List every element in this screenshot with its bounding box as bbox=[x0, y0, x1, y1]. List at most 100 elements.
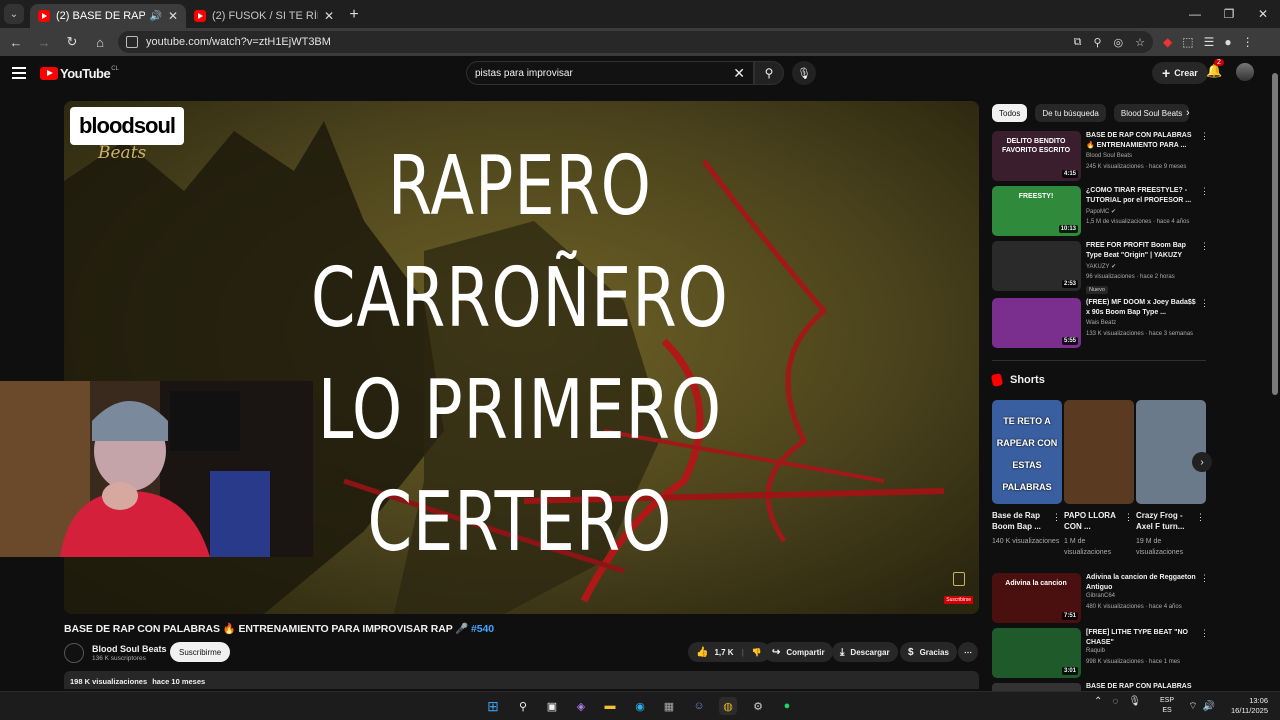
copilot-icon[interactable]: ◈ bbox=[572, 697, 590, 715]
chip-all[interactable]: Todos bbox=[992, 104, 1028, 122]
scrollbar-thumb[interactable] bbox=[1272, 73, 1278, 395]
chrome-menu-icon[interactable]: ⋮ bbox=[1242, 35, 1254, 49]
audio-playing-icon[interactable]: 🔊 bbox=[149, 11, 161, 22]
thanks-button[interactable]: $ Gracias bbox=[900, 642, 957, 662]
notifications-button[interactable]: 🔔 2 bbox=[1206, 59, 1224, 79]
store-icon[interactable]: ▦ bbox=[660, 697, 678, 715]
short-thumbnail[interactable] bbox=[1136, 400, 1206, 504]
channel-name[interactable]: GibranC64 bbox=[1086, 593, 1115, 599]
chrome-icon[interactable]: ◍ bbox=[719, 697, 737, 715]
edge-icon[interactable]: ◉ bbox=[631, 697, 649, 715]
menu-icon[interactable] bbox=[12, 67, 26, 79]
video-title[interactable]: ¿COMO TIRAR FREESTYLE? - TUTORIAL por el… bbox=[1086, 186, 1196, 206]
page-scrollbar[interactable] bbox=[1270, 57, 1280, 691]
like-button[interactable]: 👍 1,7 K | 👎 bbox=[688, 642, 770, 662]
windows-start-icon[interactable]: ⊞ bbox=[484, 697, 502, 715]
video-title[interactable]: Adivina la cancion de Reggaeton Antiguo bbox=[1086, 573, 1196, 593]
search-button[interactable]: ⚲ bbox=[754, 61, 784, 85]
create-button[interactable]: + Crear bbox=[1152, 62, 1208, 84]
channel-name[interactable]: YAKUZY ✔ bbox=[1086, 263, 1116, 270]
recommendation-item[interactable]: DELITO BENDITO FAVORITO ESCRITO 4:15 BASE … bbox=[992, 131, 1210, 183]
more-options-icon[interactable]: ⋮ bbox=[1052, 512, 1061, 523]
channel-avatar[interactable] bbox=[64, 643, 84, 663]
chevron-right-icon[interactable]: › bbox=[1186, 107, 1190, 119]
video-title[interactable]: BASE DE RAP CON PALABRAS 🔥 ENTRENAMIENTO… bbox=[1086, 131, 1196, 151]
download-button[interactable]: ⤓ Descargar bbox=[832, 642, 898, 662]
extension-icon[interactable]: ◆ bbox=[1163, 35, 1172, 49]
hashtag-link[interactable]: #540 bbox=[471, 623, 494, 635]
more-actions-button[interactable]: ⋯ bbox=[958, 642, 978, 662]
thumbs-down-icon[interactable]: 👎 bbox=[752, 648, 762, 657]
back-button[interactable]: ← bbox=[4, 30, 28, 54]
video-title[interactable]: (FREE) MF DOOM x Joey Bada$$ x 90s Boom … bbox=[1086, 298, 1196, 318]
clock[interactable]: 13:06 16/11/2025 bbox=[1222, 696, 1268, 716]
more-options-icon[interactable]: ⋮ bbox=[1200, 573, 1209, 584]
chip-from-search[interactable]: De tu búsqueda bbox=[1035, 104, 1106, 122]
more-options-icon[interactable]: ⋮ bbox=[1200, 186, 1209, 197]
spotify-icon[interactable]: ● bbox=[778, 697, 796, 715]
recommendation-item[interactable]: Adivina la cancion 7:51 Adivina la cancion… bbox=[992, 573, 1210, 625]
channel-name[interactable]: Blood Soul Beats bbox=[1086, 153, 1132, 159]
short-item[interactable]: TE RETO A RAPEAR CON ESTAS PALABRAS Base … bbox=[992, 400, 1062, 547]
more-options-icon[interactable]: ⋮ bbox=[1200, 298, 1209, 309]
account-avatar[interactable] bbox=[1236, 63, 1254, 81]
tab-inactive[interactable]: (2) FUSOK / SI TE RÍES PIERDES ✕ bbox=[186, 4, 342, 28]
chevron-up-icon[interactable]: ⌃ bbox=[1094, 696, 1102, 707]
home-button[interactable]: ⌂ bbox=[88, 30, 112, 54]
volume-icon[interactable]: 🔊 bbox=[1200, 697, 1218, 715]
chip-channel[interactable]: Blood Soul Beats bbox=[1113, 104, 1190, 122]
microphone-icon[interactable]: 🎙 bbox=[1128, 696, 1141, 707]
channel-name[interactable]: Raquib bbox=[1086, 648, 1105, 654]
search-icon[interactable]: ⚲ bbox=[514, 697, 532, 715]
minimize-button[interactable]: — bbox=[1178, 0, 1212, 28]
clear-search-icon[interactable]: ✕ bbox=[733, 65, 745, 82]
discord-icon[interactable]: ☺ bbox=[690, 697, 708, 715]
extensions-puzzle-icon[interactable]: ⬚ bbox=[1182, 35, 1193, 49]
short-thumbnail[interactable]: TE RETO A RAPEAR CON ESTAS PALABRAS bbox=[992, 400, 1062, 504]
video-thumbnail[interactable]: FREESTY! 10:13 bbox=[992, 186, 1081, 236]
shorts-next-button[interactable]: › bbox=[1192, 452, 1212, 472]
short-thumbnail[interactable] bbox=[1064, 400, 1134, 504]
task-view-icon[interactable]: ▣ bbox=[543, 697, 561, 715]
video-thumbnail[interactable]: 3:01 bbox=[992, 628, 1081, 678]
more-options-icon[interactable]: ⋮ bbox=[1124, 512, 1133, 523]
new-tab-button[interactable]: + bbox=[342, 3, 366, 27]
channel-name[interactable]: Blood Soul Beats bbox=[92, 644, 167, 654]
short-title[interactable]: Crazy Frog - Axel F turn... bbox=[1136, 510, 1194, 532]
restore-button[interactable]: ❐ bbox=[1212, 0, 1246, 28]
search-input[interactable]: pistas para improvisar ✕ bbox=[466, 61, 754, 85]
short-title[interactable]: PAPO LLORA CON ... bbox=[1064, 510, 1122, 532]
more-options-icon[interactable]: ⋮ bbox=[1200, 241, 1209, 252]
video-thumbnail[interactable]: Adivina la cancion 7:51 bbox=[992, 573, 1081, 623]
channel-watermark-icon[interactable] bbox=[953, 572, 965, 586]
video-title[interactable]: FREE FOR PROFIT Boom Bap Type Beat "Orig… bbox=[1086, 241, 1196, 261]
tab-close-icon[interactable]: ✕ bbox=[168, 9, 178, 23]
steam-icon[interactable]: ⚙ bbox=[749, 697, 767, 715]
bookmark-star-icon[interactable]: ☆ bbox=[1135, 36, 1145, 49]
reading-list-icon[interactable]: ☰ bbox=[1204, 35, 1215, 49]
install-app-icon[interactable]: ⧉ bbox=[1074, 36, 1082, 49]
youtube-logo[interactable]: YouTube CL bbox=[40, 66, 119, 81]
forward-button[interactable]: → bbox=[32, 30, 56, 54]
video-thumbnail[interactable]: 2:53 bbox=[992, 241, 1081, 291]
video-thumbnail[interactable]: DELITO BENDITO FAVORITO ESCRITO 4:15 bbox=[992, 131, 1081, 181]
partial-thumbnail[interactable] bbox=[992, 683, 1081, 691]
description-box[interactable]: 198 K visualizaciones hace 10 meses bbox=[64, 671, 979, 689]
partial-recommendation[interactable]: BASE DE RAP CON PALABRAS bbox=[992, 683, 1210, 691]
short-item[interactable]: PAPO LLORA CON ... 1 M de visualizaciones… bbox=[1064, 400, 1134, 558]
tab-search-button[interactable]: ⌄ bbox=[4, 4, 24, 24]
tab-close-icon[interactable]: ✕ bbox=[324, 9, 334, 23]
network-icon[interactable]: ◌ bbox=[1112, 696, 1118, 707]
video-thumbnail[interactable]: 5:55 bbox=[992, 298, 1081, 348]
site-info-icon[interactable] bbox=[126, 36, 138, 48]
more-options-icon[interactable]: ⋮ bbox=[1196, 512, 1205, 523]
language-indicator[interactable]: ESP ES bbox=[1160, 696, 1174, 716]
voice-search-button[interactable]: 🎙 bbox=[792, 61, 816, 85]
short-item[interactable]: Crazy Frog - Axel F turn... 19 M de visua… bbox=[1136, 400, 1206, 558]
recommendation-item[interactable]: FREESTY! 10:13 ¿COMO TIRAR FREESTYLE? - TU… bbox=[992, 186, 1210, 238]
zoom-icon[interactable]: ⚲ bbox=[1093, 36, 1101, 49]
video-title[interactable]: [FREE] LITHE TYPE BEAT "NO CHASE" bbox=[1086, 628, 1196, 648]
subscribe-button[interactable]: Suscribirme bbox=[170, 642, 231, 662]
address-bar[interactable]: youtube.com/watch?v=ztH1EjWT3BM ⧉ ⚲ ◎ ☆ bbox=[118, 31, 1153, 53]
share-button[interactable]: ↪ Compartir bbox=[764, 642, 833, 662]
